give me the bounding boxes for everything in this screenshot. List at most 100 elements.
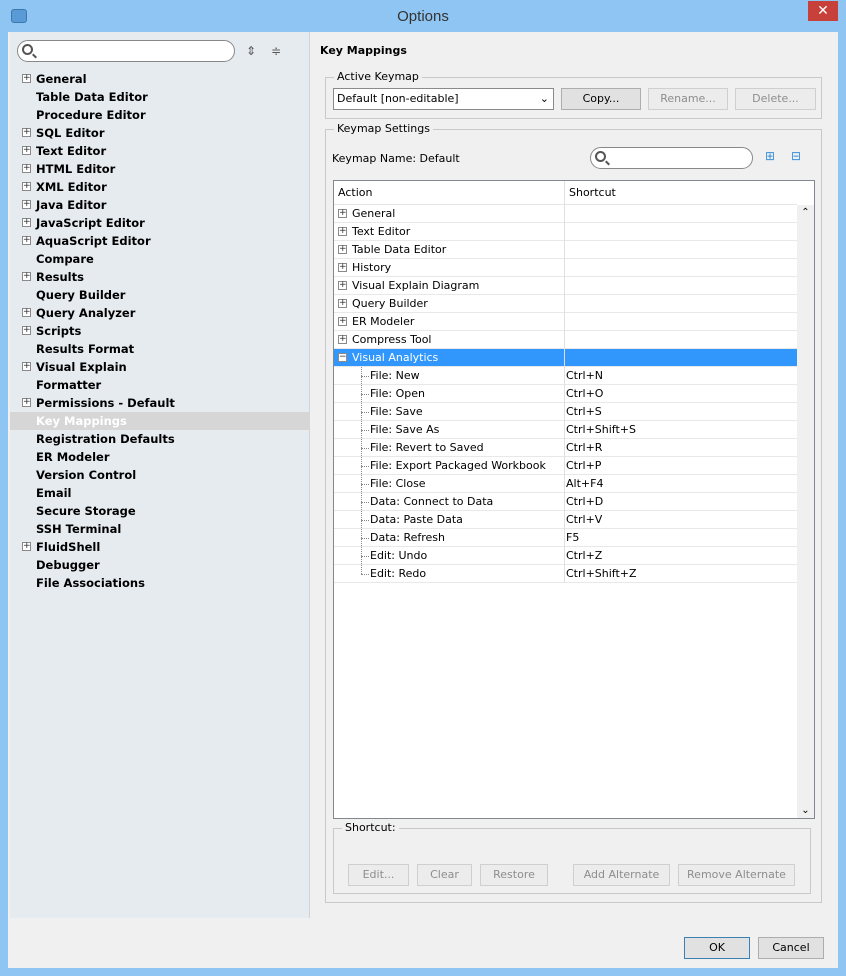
expand-icon[interactable]: + — [338, 245, 347, 254]
table-row[interactable]: File: Open Ctrl+O — [334, 385, 797, 403]
nav-item-label: File Associations — [36, 576, 145, 590]
table-row[interactable]: File: Export Packaged Workbook Ctrl+P — [334, 457, 797, 475]
expand-icon[interactable]: + — [22, 146, 31, 155]
cancel-button[interactable]: Cancel — [758, 937, 824, 959]
keymap-search-input[interactable] — [590, 147, 753, 169]
nav-item[interactable]: + Text Editor — [10, 142, 310, 160]
nav-item[interactable]: + Results — [10, 268, 310, 286]
expand-icon[interactable]: + — [338, 263, 347, 272]
table-row[interactable]: Query Builder + — [334, 295, 797, 313]
column-header-shortcut[interactable]: Shortcut — [565, 181, 797, 205]
table-row[interactable]: General + — [334, 205, 797, 223]
nav-item[interactable]: + FluidShell — [10, 538, 310, 556]
nav-item[interactable]: Formatter — [10, 376, 310, 394]
table-row[interactable]: Compress Tool + — [334, 331, 797, 349]
table-row[interactable]: Visual Explain Diagram + — [334, 277, 797, 295]
nav-item[interactable]: + Scripts — [10, 322, 310, 340]
nav-item[interactable]: Results Format — [10, 340, 310, 358]
tree-line — [361, 367, 362, 574]
nav-item[interactable]: + HTML Editor — [10, 160, 310, 178]
close-button[interactable]: ✕ — [808, 1, 838, 21]
nav-item[interactable]: Procedure Editor — [10, 106, 310, 124]
nav-item-label: General — [36, 72, 87, 86]
column-header-action[interactable]: Action — [334, 181, 565, 205]
expand-icon[interactable]: + — [22, 164, 31, 173]
vertical-scrollbar[interactable]: ⌃ ⌄ — [797, 205, 814, 818]
copy-button[interactable]: Copy... — [561, 88, 641, 110]
table-row[interactable]: Data: Refresh F5 — [334, 529, 797, 547]
nav-item-label: Registration Defaults — [36, 432, 175, 446]
table-row[interactable]: File: Revert to Saved Ctrl+R — [334, 439, 797, 457]
collapse-icon[interactable]: − — [338, 353, 347, 362]
expand-icon[interactable]: + — [22, 128, 31, 137]
rename-button[interactable]: Rename... — [648, 88, 728, 110]
nav-item[interactable]: SSH Terminal — [10, 520, 310, 538]
expand-icon[interactable]: + — [22, 218, 31, 227]
table-row[interactable]: File: Close Alt+F4 — [334, 475, 797, 493]
nav-item[interactable]: + Query Analyzer — [10, 304, 310, 322]
nav-item[interactable]: Debugger — [10, 556, 310, 574]
table-row[interactable]: Edit: Redo Ctrl+Shift+Z — [334, 565, 797, 583]
nav-item[interactable]: File Associations — [10, 574, 310, 592]
expand-icon[interactable]: + — [22, 326, 31, 335]
table-row[interactable]: Table Data Editor + — [334, 241, 797, 259]
nav-item[interactable]: + JavaScript Editor — [10, 214, 310, 232]
nav-item[interactable]: Version Control — [10, 466, 310, 484]
table-row[interactable]: Data: Paste Data Ctrl+V — [334, 511, 797, 529]
expand-icon[interactable]: + — [338, 335, 347, 344]
expand-tree-icon[interactable]: ⊞ — [765, 149, 775, 163]
nav-item[interactable]: Secure Storage — [10, 502, 310, 520]
nav-item[interactable]: + SQL Editor — [10, 124, 310, 142]
nav-item[interactable]: ER Modeler — [10, 448, 310, 466]
table-row[interactable]: ER Modeler + — [334, 313, 797, 331]
nav-item[interactable]: Query Builder — [10, 286, 310, 304]
expand-icon[interactable]: + — [338, 227, 347, 236]
nav-item[interactable]: + Visual Explain — [10, 358, 310, 376]
scroll-down-icon[interactable]: ⌄ — [797, 805, 814, 816]
expand-icon[interactable]: + — [22, 542, 31, 551]
expand-icon[interactable]: + — [338, 281, 347, 290]
nav-item[interactable]: Table Data Editor — [10, 88, 310, 106]
ok-button[interactable]: OK — [684, 937, 750, 959]
table-row[interactable]: History + — [334, 259, 797, 277]
nav-item[interactable]: Compare — [10, 250, 310, 268]
remove-alternate-button[interactable]: Remove Alternate — [678, 864, 795, 886]
keymap-select[interactable]: Default [non-editable] ⌄ — [333, 88, 554, 110]
nav-item[interactable]: + General — [10, 70, 310, 88]
nav-item[interactable]: Email — [10, 484, 310, 502]
nav-search-input[interactable] — [17, 40, 235, 62]
nav-item[interactable]: + XML Editor — [10, 178, 310, 196]
expand-icon[interactable]: + — [22, 236, 31, 245]
expand-icon[interactable]: + — [22, 398, 31, 407]
expand-icon[interactable]: + — [22, 200, 31, 209]
expand-icon[interactable]: + — [22, 182, 31, 191]
expand-icon[interactable]: + — [338, 299, 347, 308]
table-row[interactable]: Edit: Undo Ctrl+Z — [334, 547, 797, 565]
nav-item[interactable]: + Java Editor — [10, 196, 310, 214]
scroll-up-icon[interactable]: ⌃ — [797, 207, 814, 218]
expand-icon[interactable]: + — [22, 74, 31, 83]
add-alternate-button[interactable]: Add Alternate — [573, 864, 670, 886]
nav-item[interactable]: Key Mappings — [10, 412, 310, 430]
table-row[interactable]: Data: Connect to Data Ctrl+D — [334, 493, 797, 511]
expand-icon[interactable]: + — [22, 362, 31, 371]
expand-all-icon[interactable]: ⇕ — [246, 44, 256, 58]
expand-icon[interactable]: + — [22, 308, 31, 317]
nav-item[interactable]: + AquaScript Editor — [10, 232, 310, 250]
table-row[interactable]: Text Editor + — [334, 223, 797, 241]
restore-button[interactable]: Restore — [480, 864, 548, 886]
table-row[interactable]: File: Save As Ctrl+Shift+S — [334, 421, 797, 439]
expand-icon[interactable]: + — [338, 317, 347, 326]
collapse-all-icon[interactable]: ≑ — [271, 44, 281, 58]
table-row[interactable]: File: Save Ctrl+S — [334, 403, 797, 421]
table-row[interactable]: Visual Analytics − — [334, 349, 797, 367]
clear-button[interactable]: Clear — [417, 864, 472, 886]
delete-button[interactable]: Delete... — [735, 88, 816, 110]
table-row[interactable]: File: New Ctrl+N — [334, 367, 797, 385]
expand-icon[interactable]: + — [22, 272, 31, 281]
collapse-tree-icon[interactable]: ⊟ — [791, 149, 801, 163]
nav-item[interactable]: Registration Defaults — [10, 430, 310, 448]
nav-item[interactable]: + Permissions - Default — [10, 394, 310, 412]
edit-button[interactable]: Edit... — [348, 864, 409, 886]
expand-icon[interactable]: + — [338, 209, 347, 218]
